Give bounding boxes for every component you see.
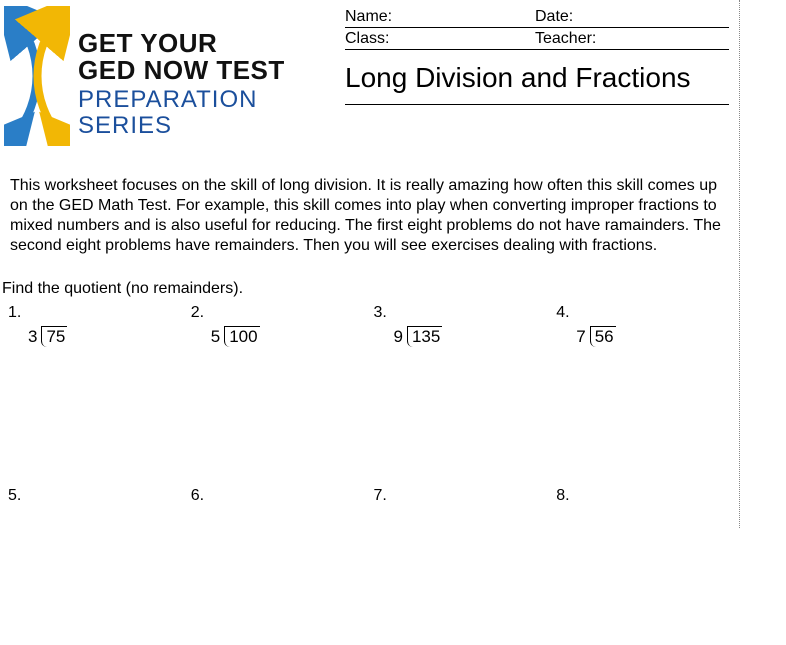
section-1-label: Find the quotient (no remainders). xyxy=(2,280,739,298)
problem-number: 6. xyxy=(191,487,364,505)
problem-number: 3. xyxy=(374,304,547,322)
name-label: Name: xyxy=(345,8,535,26)
divisor: 9 xyxy=(394,327,407,347)
long-division: 7 56 xyxy=(576,326,615,347)
dividend: 135 xyxy=(407,326,442,347)
info-row-class-teacher: Class: Teacher: xyxy=(345,28,729,50)
info-block: Name: Date: Class: Teacher: Long Divisio… xyxy=(345,6,739,105)
dividend: 100 xyxy=(224,326,259,347)
problem-7: 7. xyxy=(374,487,557,505)
problem-4: 4. 7 56 xyxy=(556,304,739,347)
problem-8: 8. xyxy=(556,487,739,505)
problems-grid: 1. 3 75 2. 5 100 3. 9 135 4. 7 56 xyxy=(0,304,739,645)
worksheet-title: Long Division and Fractions xyxy=(345,62,729,105)
problem-3: 3. 9 135 xyxy=(374,304,557,347)
long-division: 3 75 xyxy=(28,326,67,347)
logo-block: GET YOUR GED NOW TEST PREPARATION SERIES xyxy=(0,6,345,146)
long-division: 9 135 xyxy=(394,326,443,347)
problem-number: 5. xyxy=(8,487,181,505)
problem-number: 8. xyxy=(556,487,729,505)
problem-number: 1. xyxy=(8,304,181,322)
problem-number: 4. xyxy=(556,304,729,322)
class-label: Class: xyxy=(345,30,535,48)
divisor: 7 xyxy=(576,327,589,347)
logo-text: GET YOUR GED NOW TEST PREPARATION SERIES xyxy=(78,30,345,139)
logo-line-2: GED NOW TEST xyxy=(78,57,345,84)
problem-number: 2. xyxy=(191,304,364,322)
divisor: 3 xyxy=(28,327,41,347)
divisor: 5 xyxy=(211,327,224,347)
problem-1: 1. 3 75 xyxy=(8,304,191,347)
teacher-label: Teacher: xyxy=(535,30,729,48)
problem-6: 6. xyxy=(191,487,374,505)
info-row-name-date: Name: Date: xyxy=(345,6,729,28)
problem-5: 5. xyxy=(8,487,191,505)
problem-number: 7. xyxy=(374,487,547,505)
logo-arrows-icon xyxy=(4,6,70,146)
long-division: 5 100 xyxy=(211,326,260,347)
dividend: 75 xyxy=(41,326,67,347)
dividend: 56 xyxy=(590,326,616,347)
date-label: Date: xyxy=(535,8,729,26)
logo-line-1: GET YOUR xyxy=(78,30,345,57)
problem-2: 2. 5 100 xyxy=(191,304,374,347)
intro-paragraph: This worksheet focuses on the skill of l… xyxy=(10,176,725,256)
logo-line-3: PREPARATION SERIES xyxy=(78,87,345,140)
worksheet-page: GET YOUR GED NOW TEST PREPARATION SERIES… xyxy=(0,0,740,528)
header: GET YOUR GED NOW TEST PREPARATION SERIES… xyxy=(0,6,739,146)
